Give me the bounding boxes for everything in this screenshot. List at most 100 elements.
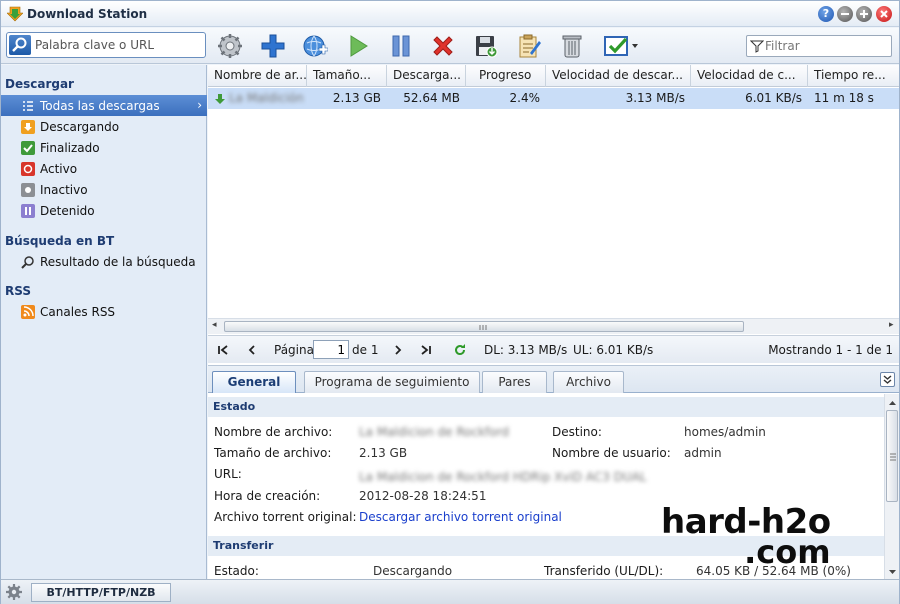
sidebar-item-label: Activo [40, 161, 78, 176]
scrollbar-thumb[interactable] [224, 321, 744, 332]
last-page-icon[interactable] [420, 344, 432, 356]
download-station-window: Download Station ? Palabra clave o URL F… [0, 0, 900, 604]
scroll-right-icon[interactable]: ▸ [889, 320, 894, 330]
resume-button[interactable] [343, 31, 373, 61]
sidebar-item-all-downloads[interactable]: Todas las descargas › [1, 95, 207, 116]
sidebar-item-rss-feeds[interactable]: Canales RSS [1, 301, 207, 322]
search-icon [21, 255, 35, 269]
help-button[interactable]: ? [818, 6, 834, 22]
close-button[interactable] [876, 6, 892, 22]
column-header-progress[interactable]: Progreso [466, 65, 546, 87]
sidebar-item-stopped[interactable]: Detenido [1, 200, 207, 221]
tab-peers[interactable]: Pares [482, 371, 547, 393]
close-icon [880, 10, 888, 18]
sidebar-heading-download: Descargar [5, 77, 74, 91]
column-header-time-left[interactable]: Tiempo re... [808, 65, 899, 87]
cell-upload-speed: 6.01 KB/s [745, 91, 802, 105]
scrollbar-thumb[interactable] [886, 410, 898, 502]
download-torrent-link[interactable]: Descargar archivo torrent original [359, 510, 562, 524]
column-header-name[interactable]: Nombre de ar... [208, 65, 307, 87]
sidebar-item-label: Resultado de la búsqueda [40, 254, 196, 269]
search-icon[interactable] [9, 35, 31, 55]
edit-button[interactable] [514, 31, 544, 61]
section-heading-status: Estado [208, 397, 884, 417]
sidebar-item-label: Inactivo [40, 182, 88, 197]
refresh-icon[interactable] [453, 343, 467, 357]
cell-progress: 2.4% [509, 91, 541, 105]
scroll-up-icon[interactable] [886, 398, 899, 408]
settings-button[interactable] [215, 31, 245, 61]
trash-icon [562, 35, 582, 58]
previous-page-icon[interactable] [246, 344, 258, 356]
vertical-scrollbar[interactable] [884, 394, 899, 580]
chevron-right-icon: › [197, 98, 202, 112]
scroll-down-icon[interactable] [886, 567, 899, 577]
save-icon [476, 36, 498, 58]
username-label: Nombre de usuario: [552, 446, 671, 460]
next-page-icon[interactable] [392, 344, 404, 356]
column-header-upload-speed[interactable]: Velocidad de c... [691, 65, 808, 87]
column-header-download-speed[interactable]: Velocidad de descar... [546, 65, 691, 87]
delete-icon [433, 36, 453, 56]
filter-icon [750, 40, 764, 53]
file-size-value: 2.13 GB [359, 446, 408, 460]
sidebar-item-label: Canales RSS [40, 304, 116, 319]
page-number-input[interactable] [313, 340, 349, 359]
tab-files[interactable]: Archivo [553, 371, 624, 393]
sidebar-item-search-results[interactable]: Resultado de la búsqueda [1, 251, 207, 272]
maximize-icon [860, 10, 868, 18]
delete-button[interactable] [428, 31, 458, 61]
add-url-button[interactable] [300, 31, 330, 61]
inactive-icon [21, 182, 35, 197]
cell-size: 2.13 GB [332, 91, 381, 105]
collapse-panel-button[interactable] [880, 372, 895, 387]
cell-download-speed: 3.13 MB/s [625, 91, 685, 105]
toolbar [1, 28, 899, 64]
sidebar-item-active[interactable]: Activo [1, 158, 207, 179]
sidebar-heading-rss: RSS [5, 284, 31, 298]
cell-downloaded: 52.64 MB [403, 91, 460, 105]
created-time-value: 2012-08-28 18:24:51 [359, 489, 487, 503]
search-input[interactable] [35, 36, 200, 54]
filter-box [746, 35, 892, 57]
tab-tracker[interactable]: Programa de seguimiento [304, 371, 480, 393]
stopped-icon [21, 203, 35, 218]
scroll-left-icon[interactable]: ◂ [212, 320, 217, 330]
minimize-button[interactable] [837, 6, 853, 22]
pause-icon [392, 35, 410, 57]
page-label: Página [274, 343, 314, 357]
add-button[interactable] [258, 31, 288, 61]
filter-input[interactable] [765, 38, 885, 54]
gear-icon[interactable] [6, 584, 22, 600]
sidebar-item-label: Descargando [40, 119, 120, 134]
maximize-button[interactable] [856, 6, 872, 22]
column-header-downloaded[interactable]: Descarga... [387, 65, 466, 87]
window-title: Download Station [27, 7, 148, 21]
created-time-label: Hora de creación: [214, 489, 321, 503]
sidebar: Descargar Todas las descargas › Descarga… [1, 65, 207, 579]
download-station-icon [7, 6, 23, 22]
pagination-bar: Página de 1 DL: 3.13 MB/s UL: 6.01 KB/s … [208, 335, 899, 363]
select-menu-button[interactable] [601, 31, 643, 61]
download-list: Nombre de ar... Tamaño... Descarga... Pr… [208, 65, 899, 365]
column-header-size[interactable]: Tamaño... [307, 65, 387, 87]
file-name-label: Nombre de archivo: [214, 425, 333, 439]
url-label: URL: [214, 467, 242, 481]
sidebar-item-finished[interactable]: Finalizado [1, 137, 207, 158]
table-row[interactable]: La Maldición 2.13 GB 52.64 MB 2.4% 3.13 … [208, 88, 899, 109]
horizontal-scrollbar[interactable]: ◂ ▸ [208, 318, 899, 334]
destination-value: homes/admin [684, 425, 766, 439]
sidebar-item-downloading[interactable]: Descargando [1, 116, 207, 137]
protocol-button[interactable]: BT/HTTP/FTP/NZB [31, 583, 171, 602]
finished-icon [21, 140, 35, 155]
tab-general[interactable]: General [212, 371, 296, 393]
upload-speed-total: UL: 6.01 KB/s [573, 343, 654, 357]
transferred-label: Transferido (UL/DL): [544, 564, 664, 578]
active-icon [21, 161, 35, 176]
save-button[interactable] [471, 31, 501, 61]
transfer-status-value: Descargando [373, 564, 453, 578]
first-page-icon[interactable] [217, 344, 229, 356]
pause-button[interactable] [386, 31, 416, 61]
sidebar-item-inactive[interactable]: Inactivo [1, 179, 207, 200]
clear-finished-button[interactable] [557, 31, 587, 61]
